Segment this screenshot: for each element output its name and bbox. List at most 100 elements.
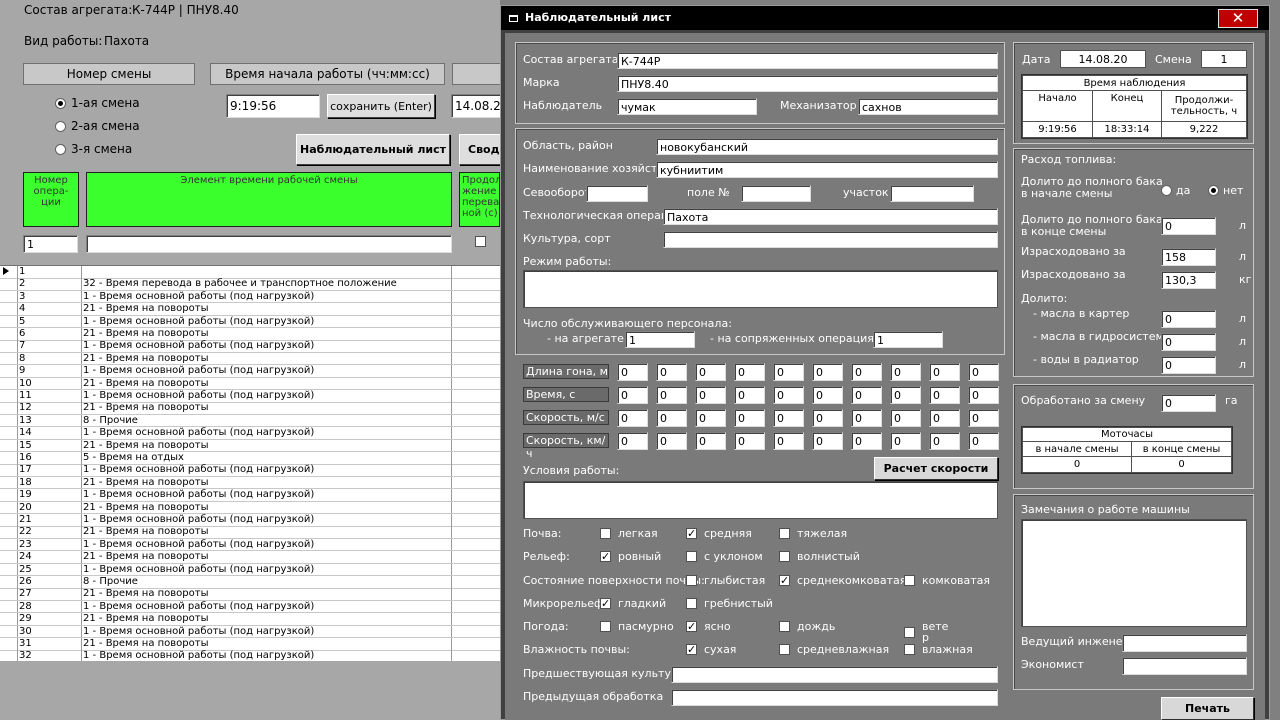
economist-input[interactable] bbox=[1122, 657, 1247, 675]
micro-checkbox[interactable]: ✓ гладкий bbox=[600, 598, 666, 609]
shift2-radio[interactable]: 2-ая смена bbox=[55, 119, 140, 133]
dlg-aggregate-input[interactable]: К-744Р bbox=[617, 52, 998, 69]
shift1-radio[interactable]: 1-ая смена bbox=[55, 96, 140, 110]
speed-ms-input[interactable]: 0 bbox=[695, 409, 726, 427]
crop-rotation-input[interactable] bbox=[586, 185, 648, 202]
table-row[interactable]: 51 - Время основной работы (под нагрузко… bbox=[0, 315, 500, 329]
field-input[interactable] bbox=[741, 185, 811, 202]
time-input[interactable]: 0 bbox=[773, 386, 804, 404]
time-input[interactable]: 0 bbox=[929, 386, 960, 404]
time-input[interactable]: 0 bbox=[734, 386, 765, 404]
speed-kmh-input[interactable]: 0 bbox=[695, 432, 726, 450]
speed-kmh-input[interactable]: 0 bbox=[617, 432, 648, 450]
length-input[interactable]: 0 bbox=[929, 363, 960, 381]
micro-checkbox[interactable]: гребнистый bbox=[686, 598, 773, 609]
speed-ms-input[interactable]: 0 bbox=[617, 409, 648, 427]
operations-grid[interactable]: 1 2 32 - Время перевода в рабочее и трансп… bbox=[0, 265, 500, 661]
tech-op-input[interactable]: Пахота bbox=[663, 208, 998, 225]
region-input[interactable]: новокубанский bbox=[656, 138, 998, 155]
table-row[interactable]: 24 21 - Время на повороты bbox=[0, 551, 500, 564]
length-input[interactable]: 0 bbox=[890, 363, 921, 381]
time-input[interactable]: 0 bbox=[890, 386, 921, 404]
time-input[interactable]: 0 bbox=[812, 386, 843, 404]
length-input[interactable]: 0 bbox=[734, 363, 765, 381]
length-input[interactable]: 0 bbox=[968, 363, 999, 381]
speed-kmh-input[interactable]: 0 bbox=[773, 432, 804, 450]
duration-checkbox[interactable] bbox=[475, 236, 486, 250]
table-row[interactable]: 26 8 - Прочие bbox=[0, 576, 500, 589]
length-input[interactable]: 0 bbox=[812, 363, 843, 381]
table-row[interactable]: 29 21 - Время на повороты bbox=[0, 613, 500, 626]
speed-ms-input[interactable]: 0 bbox=[734, 409, 765, 427]
table-row[interactable]: 71 - Время основной работы (под нагрузко… bbox=[0, 340, 500, 353]
speed-kmh-input[interactable]: 0 bbox=[929, 432, 960, 450]
table-row[interactable]: 17 1 - Время основной работы (под нагрузк… bbox=[0, 464, 500, 477]
speed-kmh-input[interactable]: 0 bbox=[656, 432, 687, 450]
conditions-textarea[interactable] bbox=[523, 481, 998, 519]
table-row[interactable]: 31 21 - Время на повороты bbox=[0, 638, 500, 651]
table-row[interactable]: 20 21 - Время на повороты bbox=[0, 501, 500, 515]
relief-checkbox[interactable]: волнистый bbox=[779, 551, 860, 562]
table-row[interactable]: 12 21 - Время на повороты bbox=[0, 402, 500, 415]
date-value[interactable]: 14.08.20 bbox=[1060, 50, 1146, 68]
shift-value[interactable]: 1 bbox=[1201, 50, 1247, 68]
soil-checkbox[interactable]: тяжелая bbox=[779, 528, 847, 539]
observer-input[interactable]: чумак bbox=[617, 98, 757, 115]
dialog-titlebar[interactable]: Наблюдательный лист ✕ bbox=[501, 6, 1269, 30]
oil-hydro-input[interactable]: 0 bbox=[1161, 333, 1216, 351]
speed-kmh-input[interactable]: 0 bbox=[890, 432, 921, 450]
table-row[interactable]: 10 21 - Время на повороты bbox=[0, 377, 500, 391]
save-button[interactable]: сохранить (Enter) bbox=[327, 94, 435, 118]
start-time-input[interactable]: 9:19:56 bbox=[226, 94, 320, 118]
surface-checkbox[interactable]: ✓ среднекомковатая bbox=[779, 575, 906, 586]
soil-checkbox[interactable]: легкая bbox=[600, 528, 658, 539]
table-row[interactable]: 15 21 - Время на повороты bbox=[0, 439, 500, 453]
speed-ms-input[interactable]: 0 bbox=[929, 409, 960, 427]
shift3-radio[interactable]: 3-я смена bbox=[55, 142, 132, 156]
table-row[interactable]: 6 21 - Время на повороты bbox=[0, 328, 500, 341]
mh-end-value[interactable]: 0 bbox=[1131, 456, 1232, 473]
plot-input[interactable] bbox=[890, 185, 974, 202]
mh-start-value[interactable]: 0 bbox=[1022, 456, 1132, 473]
engineer-input[interactable] bbox=[1122, 634, 1247, 652]
time-input[interactable]: 0 bbox=[617, 386, 648, 404]
soil-checkbox[interactable]: ✓ средняя bbox=[686, 528, 752, 539]
speed-kmh-input[interactable]: 0 bbox=[851, 432, 882, 450]
water-input[interactable]: 0 bbox=[1161, 356, 1216, 374]
table-row[interactable]: 30 1 - Время основной работы (под нагрузк… bbox=[0, 625, 500, 639]
length-input[interactable]: 0 bbox=[617, 363, 648, 381]
on-aggregate-input[interactable]: 1 bbox=[625, 331, 695, 348]
table-row[interactable]: 25 1 - Время основной работы (под нагрузк… bbox=[0, 563, 500, 577]
weather-checkbox[interactable]: пасмурно bbox=[600, 621, 674, 632]
speed-ms-input[interactable]: 0 bbox=[968, 409, 999, 427]
processed-input[interactable]: 0 bbox=[1161, 394, 1216, 412]
length-input[interactable]: 0 bbox=[851, 363, 882, 381]
calc-speed-button[interactable]: Расчет скорости bbox=[874, 457, 998, 480]
humidity-checkbox[interactable]: ✓ сухая bbox=[686, 644, 736, 655]
oil-carter-input[interactable]: 0 bbox=[1161, 310, 1216, 328]
speed-ms-input[interactable]: 0 bbox=[812, 409, 843, 427]
relief-checkbox[interactable]: ✓ ровный bbox=[600, 551, 661, 562]
speed-ms-input[interactable]: 0 bbox=[851, 409, 882, 427]
weather-checkbox[interactable]: ✓ ясно bbox=[686, 621, 731, 632]
weather-checkbox[interactable]: дождь bbox=[779, 621, 835, 632]
speed-kmh-input[interactable]: 0 bbox=[968, 432, 999, 450]
culture-input[interactable] bbox=[663, 231, 998, 248]
table-row[interactable]: 31 - Время основной работы (под нагрузко… bbox=[0, 290, 500, 304]
table-row[interactable]: 32 1 - Время основной работы (под нагрузк… bbox=[0, 650, 500, 661]
on-conjugate-input[interactable]: 1 bbox=[873, 331, 943, 348]
speed-kmh-input[interactable]: 0 bbox=[734, 432, 765, 450]
humidity-checkbox[interactable]: средневлажная bbox=[779, 644, 889, 655]
table-row[interactable]: 16 5 - Время на отдых bbox=[0, 452, 500, 465]
table-row[interactable]: 18 21 - Время на повороты bbox=[0, 476, 500, 490]
table-row[interactable]: 19 1 - Время основной работы (под нагрузк… bbox=[0, 489, 500, 502]
spent-l-input[interactable]: 158 bbox=[1161, 248, 1216, 266]
table-row[interactable]: 14 1 - Время основной работы (под нагрузк… bbox=[0, 427, 500, 440]
time-input[interactable]: 0 bbox=[656, 386, 687, 404]
table-row[interactable]: 1 bbox=[0, 266, 500, 279]
work-mode-textarea[interactable] bbox=[523, 270, 998, 308]
prev-culture-input[interactable] bbox=[671, 666, 998, 683]
length-input[interactable]: 0 bbox=[695, 363, 726, 381]
table-row[interactable]: 23 1 - Время основной работы (под нагрузк… bbox=[0, 538, 500, 552]
spent-kg-input[interactable]: 130,3 bbox=[1161, 271, 1216, 289]
